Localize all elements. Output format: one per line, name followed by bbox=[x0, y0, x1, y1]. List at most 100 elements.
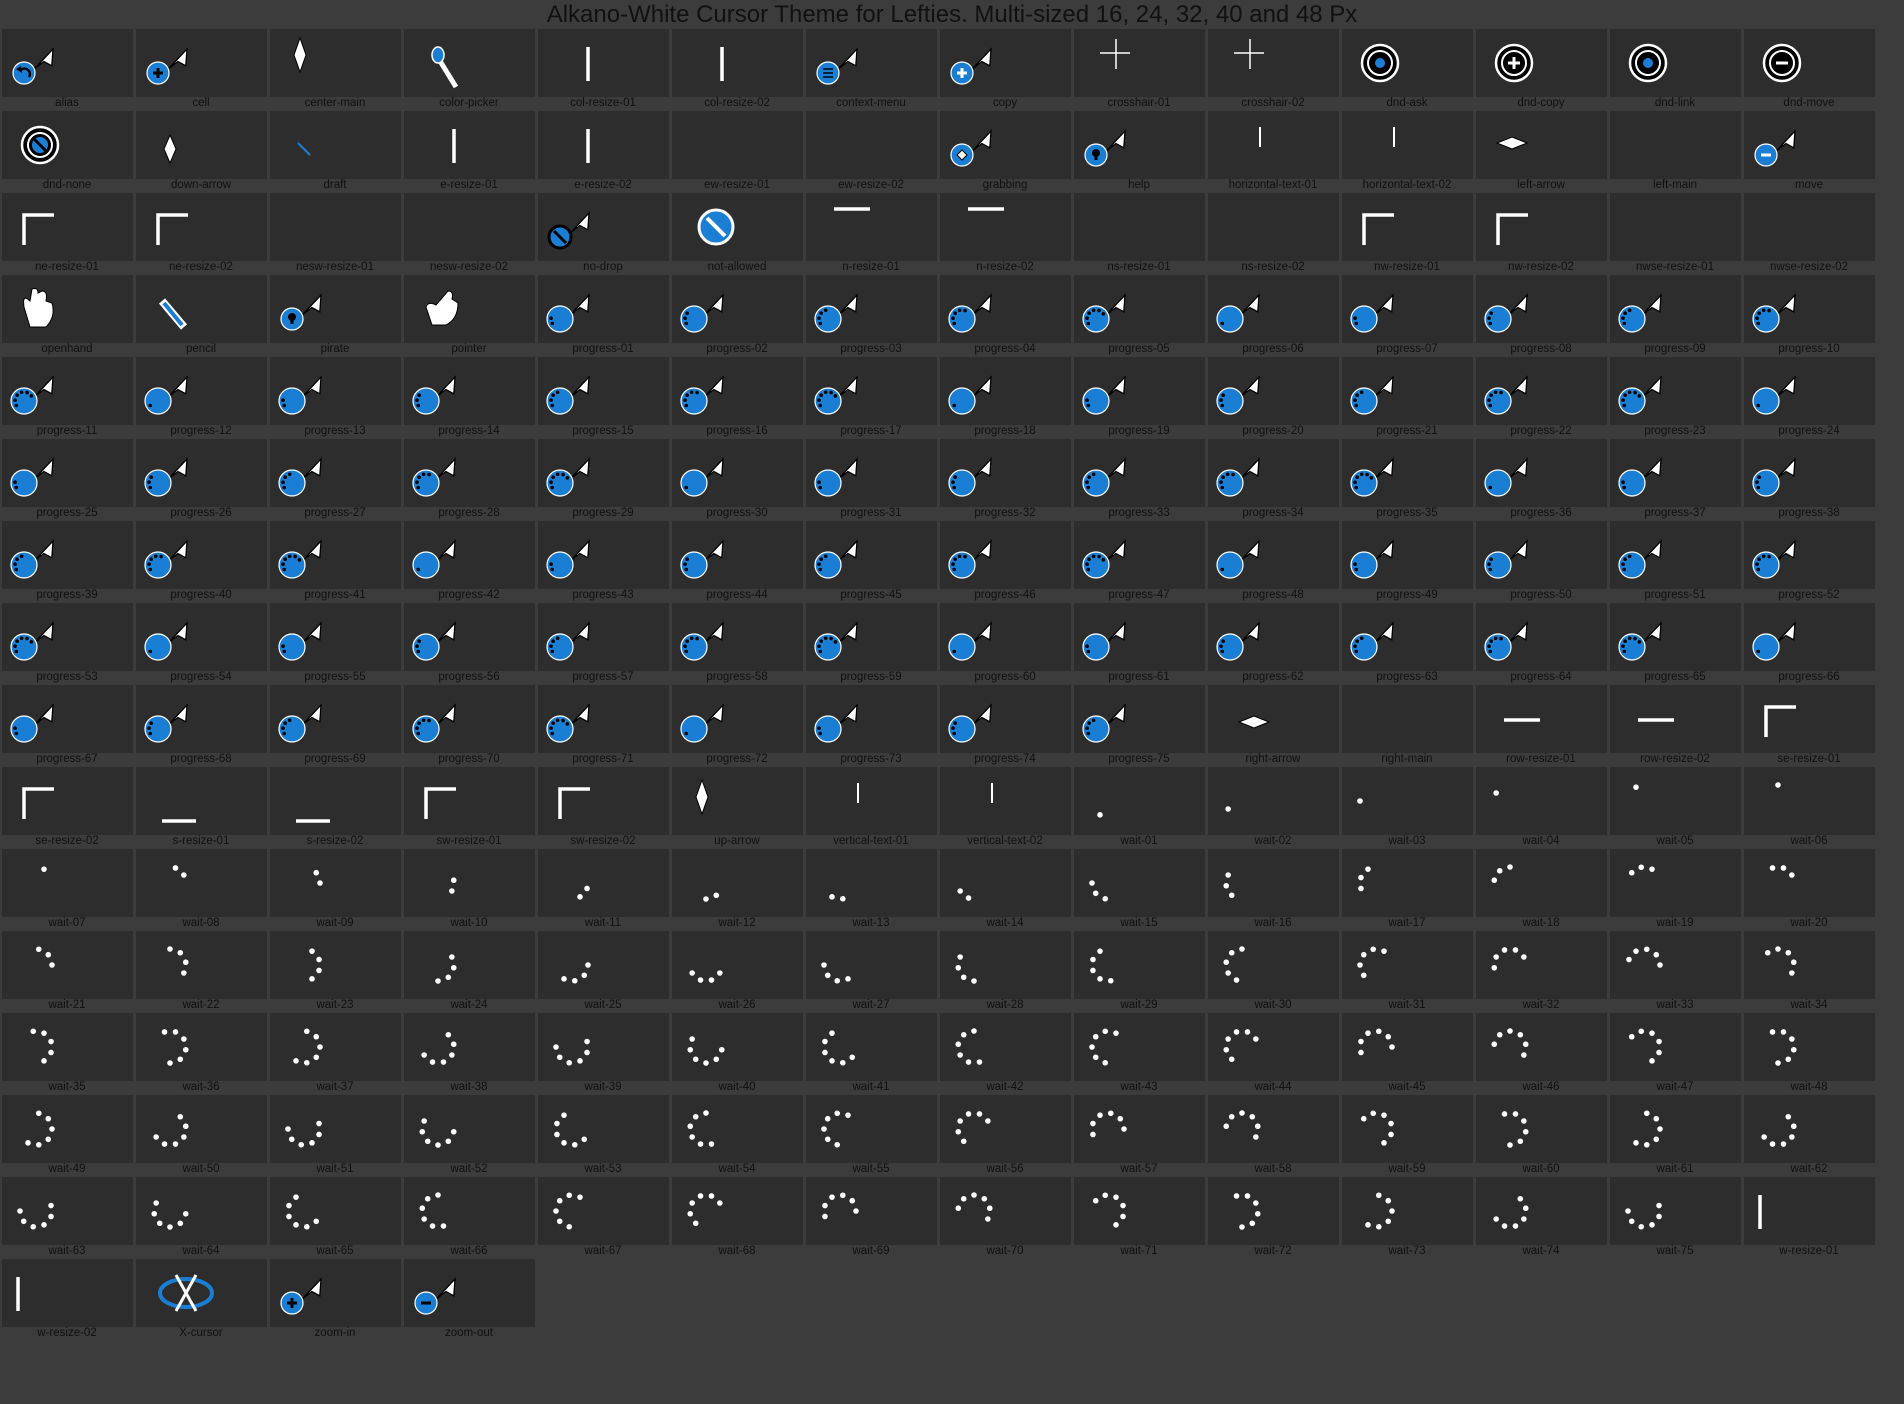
cursor-label: vertical-text-01 bbox=[833, 835, 909, 847]
dnd-link-icon bbox=[1628, 43, 1668, 83]
cursor-label: wait-37 bbox=[316, 1081, 354, 1093]
wait-dots-icon bbox=[30, 1028, 54, 1064]
cursor-cell: wait-49 bbox=[0, 1095, 134, 1177]
pencil-icon bbox=[158, 298, 188, 330]
s-resize-icon bbox=[270, 767, 330, 823]
cursor-cell: progress-12 bbox=[134, 357, 268, 439]
cursor-label: draft bbox=[323, 179, 347, 191]
wait-dots-icon bbox=[1223, 946, 1245, 983]
cursor-label: progress-65 bbox=[1644, 671, 1706, 683]
cursor-label: dnd-none bbox=[42, 179, 92, 191]
cursor-preview bbox=[270, 849, 401, 917]
cursor-cell: wait-47 bbox=[1608, 1013, 1742, 1095]
wait-dots-icon bbox=[1089, 1028, 1119, 1066]
e-resize-icon bbox=[404, 111, 456, 163]
cursor-label: progress-04 bbox=[974, 343, 1036, 355]
cursor-preview bbox=[806, 275, 937, 343]
cursor-cell: e-resize-02 bbox=[536, 111, 670, 193]
cursor-preview bbox=[806, 111, 937, 179]
cursor-label: wait-39 bbox=[584, 1081, 622, 1093]
progress-arrow-icon bbox=[278, 457, 322, 497]
cursor-preview bbox=[136, 767, 267, 835]
arrow-with-move-badge-icon bbox=[950, 129, 992, 167]
cursor-cell: col-resize-02 bbox=[670, 29, 804, 111]
progress-arrow-icon bbox=[1082, 703, 1126, 743]
cursor-label: wait-18 bbox=[1522, 917, 1560, 929]
cursor-cell: progress-02 bbox=[670, 275, 804, 357]
cursor-preview bbox=[1476, 521, 1607, 589]
cursor-label: progress-50 bbox=[1510, 589, 1572, 601]
cursor-preview bbox=[806, 767, 937, 835]
progress-arrow-icon bbox=[10, 703, 54, 743]
cursor-label: wait-38 bbox=[450, 1081, 488, 1093]
cursor-cell: pointer bbox=[402, 275, 536, 357]
cursor-preview bbox=[806, 1013, 937, 1081]
cursor-label: progress-51 bbox=[1644, 589, 1706, 601]
cursor-label: n-resize-02 bbox=[976, 261, 1034, 273]
cursor-preview bbox=[270, 275, 401, 343]
cursor-label: wait-73 bbox=[1388, 1245, 1426, 1257]
cursor-preview bbox=[672, 439, 803, 507]
vertical-text-arrow-icon bbox=[940, 767, 993, 803]
page-title: Alkano-White Cursor Theme for Lefties. M… bbox=[546, 1, 1358, 28]
cursor-label: down-arrow bbox=[170, 179, 232, 191]
cursor-preview bbox=[1610, 685, 1741, 753]
cursor-preview bbox=[1610, 521, 1741, 589]
cursor-label: pirate bbox=[320, 343, 350, 355]
cursor-label: ew-resize-01 bbox=[704, 179, 770, 191]
cursor-preview bbox=[1744, 931, 1875, 999]
left-arrow-icon bbox=[1495, 136, 1529, 150]
cursor-cell: progress-54 bbox=[134, 603, 268, 685]
cursor-preview bbox=[2, 193, 133, 261]
cursor-label: se-resize-02 bbox=[35, 835, 99, 847]
diagonal-resize-icon bbox=[1610, 193, 1741, 261]
cursor-cell: progress-37 bbox=[1608, 439, 1742, 521]
right-pointer-icon bbox=[1342, 685, 1473, 753]
cursor-preview bbox=[940, 357, 1071, 425]
cursor-preview bbox=[1074, 603, 1205, 671]
corner-resize-icon bbox=[2, 193, 54, 245]
wait-dots-icon bbox=[957, 888, 972, 901]
progress-arrow-icon bbox=[1350, 457, 1394, 497]
cursor-cell: nwse-resize-02 bbox=[1742, 193, 1876, 275]
cursor-preview bbox=[270, 193, 401, 261]
cursor-cell: wait-40 bbox=[670, 1013, 804, 1095]
cursor-preview bbox=[538, 685, 669, 753]
cursor-preview bbox=[1476, 1013, 1607, 1081]
wait-dots-icon bbox=[821, 962, 851, 984]
cursor-cell: wait-02 bbox=[1206, 767, 1340, 849]
cursor-label: wait-61 bbox=[1656, 1163, 1694, 1175]
n-resize-icon bbox=[940, 193, 1004, 211]
cursor-label: progress-24 bbox=[1778, 425, 1840, 437]
cursor-cell: s-resize-02 bbox=[268, 767, 402, 849]
cursor-label: wait-71 bbox=[1120, 1245, 1158, 1257]
cursor-label: move bbox=[1794, 179, 1824, 191]
cursor-cell: progress-03 bbox=[804, 275, 938, 357]
progress-arrow-icon bbox=[278, 621, 322, 661]
cursor-preview bbox=[1476, 1177, 1607, 1245]
cursor-label: wait-16 bbox=[1254, 917, 1292, 929]
cursor-preview bbox=[672, 767, 803, 835]
cursor-cell: wait-22 bbox=[134, 931, 268, 1013]
cursor-cell: wait-70 bbox=[938, 1177, 1072, 1259]
cursor-cell: wait-69 bbox=[804, 1177, 938, 1259]
cursor-preview bbox=[1476, 849, 1607, 917]
cursor-preview bbox=[1342, 439, 1473, 507]
cursor-preview bbox=[1744, 357, 1875, 425]
cursor-cell: progress-06 bbox=[1206, 275, 1340, 357]
cursor-preview bbox=[1342, 111, 1473, 179]
cursor-label: ne-resize-01 bbox=[35, 261, 99, 273]
cursor-preview bbox=[1342, 849, 1473, 917]
pointing-hand-icon bbox=[425, 290, 459, 326]
cursor-label: dnd-copy bbox=[1517, 97, 1565, 109]
cursor-label: wait-56 bbox=[986, 1163, 1024, 1175]
cursor-label: wait-64 bbox=[182, 1245, 220, 1257]
cursor-cell: wait-13 bbox=[804, 849, 938, 931]
cursor-preview bbox=[2, 1259, 133, 1327]
cursor-preview bbox=[1744, 521, 1875, 589]
cursor-cell: wait-08 bbox=[134, 849, 268, 931]
cursor-cell: w-resize-01 bbox=[1742, 1177, 1876, 1259]
progress-arrow-icon bbox=[680, 457, 724, 497]
wait-dots-icon bbox=[1764, 946, 1797, 976]
cursor-preview bbox=[1476, 29, 1607, 97]
